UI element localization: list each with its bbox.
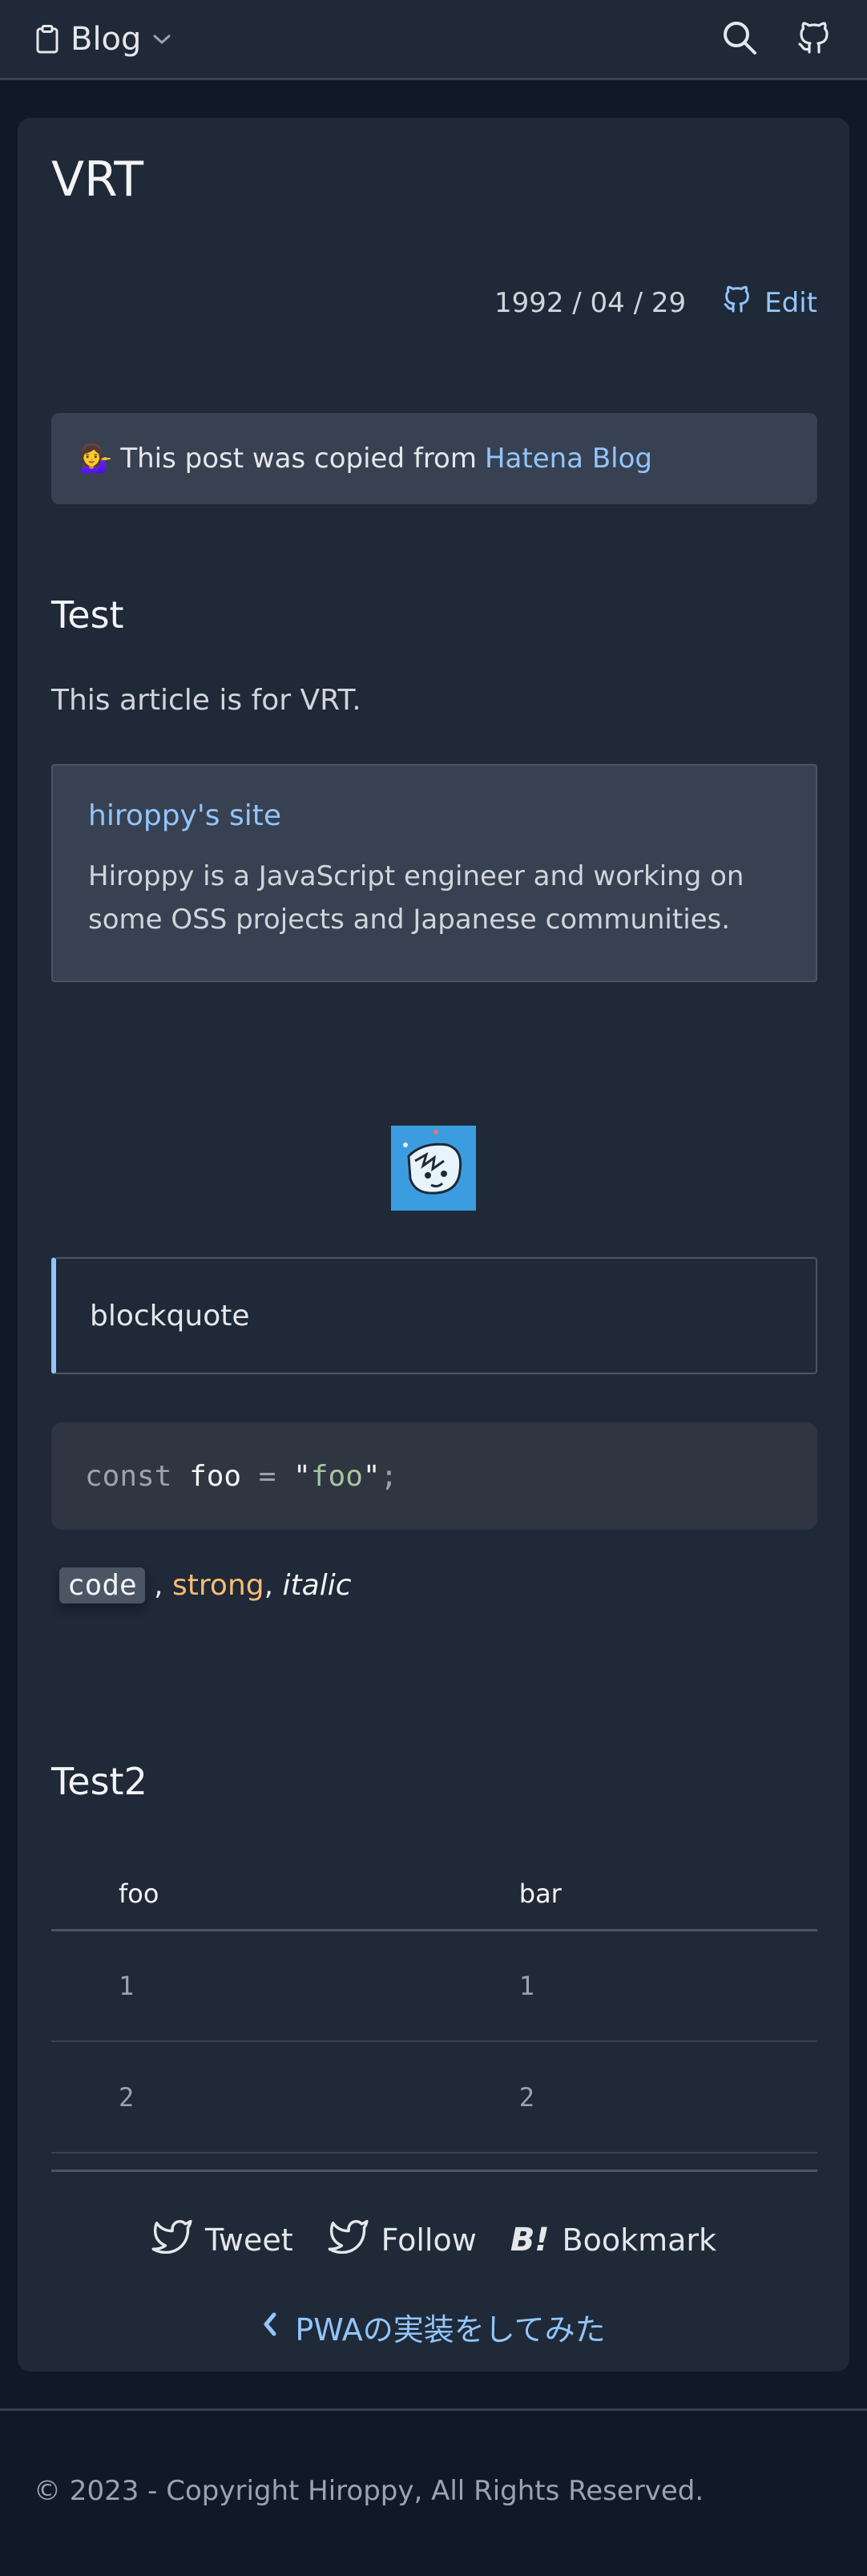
search-icon[interactable]: [721, 19, 758, 59]
blog-menu-label: Blog: [71, 20, 142, 58]
share-divider: [51, 2170, 817, 2172]
twitter-icon: [151, 2218, 192, 2261]
blog-menu-button[interactable]: Blog: [35, 21, 171, 58]
page-footer: © 2023 - Copyright Hiroppy, All Rights R…: [0, 2408, 867, 2576]
code-keyword: const: [85, 1459, 172, 1493]
github-icon[interactable]: [795, 18, 833, 61]
clipboard-icon: [35, 24, 59, 54]
table-cell: 1: [51, 1930, 474, 2042]
github-icon: [721, 283, 753, 322]
code-string-close: ": [362, 1459, 381, 1493]
link-embed-card[interactable]: hiroppy's site Hiroppy is a JavaScript e…: [51, 764, 817, 982]
table-header-cell: bar: [474, 1858, 817, 1931]
post-meta: 1992 / 04 / 29 Edit: [494, 283, 817, 322]
section-heading-test: Test: [51, 593, 124, 637]
embed-title: hiroppy's site: [88, 799, 281, 832]
author-avatar-image: [391, 1126, 476, 1211]
code-operator: =: [258, 1459, 276, 1493]
post-title: VRT: [51, 152, 144, 208]
notice-text: This post was copied from: [120, 443, 477, 475]
embed-description: Hiroppy is a JavaScript engineer and wor…: [88, 860, 744, 936]
hatena-bookmark-icon: B!: [510, 2221, 550, 2259]
edit-label: Edit: [764, 286, 817, 319]
inline-formatting-row: code , strong , italic: [59, 1567, 352, 1603]
code-string: foo: [310, 1459, 363, 1493]
article-card: VRT 1992 / 04 / 29 Edit 💁‍♀️ This post w…: [18, 118, 849, 2372]
inline-italic: italic: [282, 1569, 352, 1602]
chevron-left-icon: [261, 2310, 279, 2345]
twitter-icon: [327, 2218, 369, 2261]
code-semicolon: ;: [380, 1459, 398, 1493]
table-header-row: foo bar: [51, 1858, 817, 1931]
table-cell: 1: [474, 1930, 817, 2042]
table-row: 2 2: [51, 2041, 817, 2153]
top-navigation-bar: Blog: [0, 0, 867, 80]
data-table: foo bar 1 1 2 2: [51, 1858, 817, 2153]
section-heading-test2: Test2: [51, 1760, 147, 1803]
chevron-down-icon: [152, 33, 171, 46]
inline-separator: ,: [264, 1569, 283, 1602]
tweet-label: Tweet: [204, 2222, 293, 2258]
share-bar: Tweet Follow B! Bookmark: [18, 2218, 849, 2261]
code-identifier: foo: [189, 1459, 242, 1493]
previous-post-link[interactable]: PWAの実装をしてみた: [18, 2305, 849, 2349]
article-paragraph: This article is for VRT.: [51, 684, 361, 717]
inline-strong: strong: [172, 1569, 264, 1602]
copyright-text: © 2023 - Copyright Hiroppy, All Rights R…: [34, 2475, 704, 2507]
copied-notice: 💁‍♀️ This post was copied from Hatena Bl…: [51, 413, 817, 504]
inline-separator: ,: [144, 1569, 173, 1602]
edit-link[interactable]: Edit: [721, 283, 817, 322]
follow-button[interactable]: Follow: [327, 2218, 477, 2261]
code-block: const foo = " foo ";: [51, 1422, 817, 1530]
code-string-open: ": [293, 1459, 311, 1493]
table-header-cell: foo: [51, 1858, 474, 1931]
hatena-blog-link[interactable]: Hatena Blog: [485, 443, 652, 475]
bookmark-label: Bookmark: [562, 2222, 717, 2258]
hatena-bookmark-button[interactable]: B! Bookmark: [510, 2222, 716, 2259]
blockquote: blockquote: [51, 1257, 817, 1374]
tweet-button[interactable]: Tweet: [151, 2218, 293, 2261]
follow-label: Follow: [381, 2222, 477, 2258]
person-tipping-hand-icon: 💁‍♀️: [79, 443, 113, 475]
post-date: 1992 / 04 / 29: [494, 286, 687, 319]
table-cell: 2: [474, 2041, 817, 2153]
table-row: 1 1: [51, 1930, 817, 2042]
table-cell: 2: [51, 2041, 474, 2153]
inline-code: code: [59, 1567, 145, 1603]
previous-post-label: PWAの実装をしてみた: [295, 2312, 606, 2348]
